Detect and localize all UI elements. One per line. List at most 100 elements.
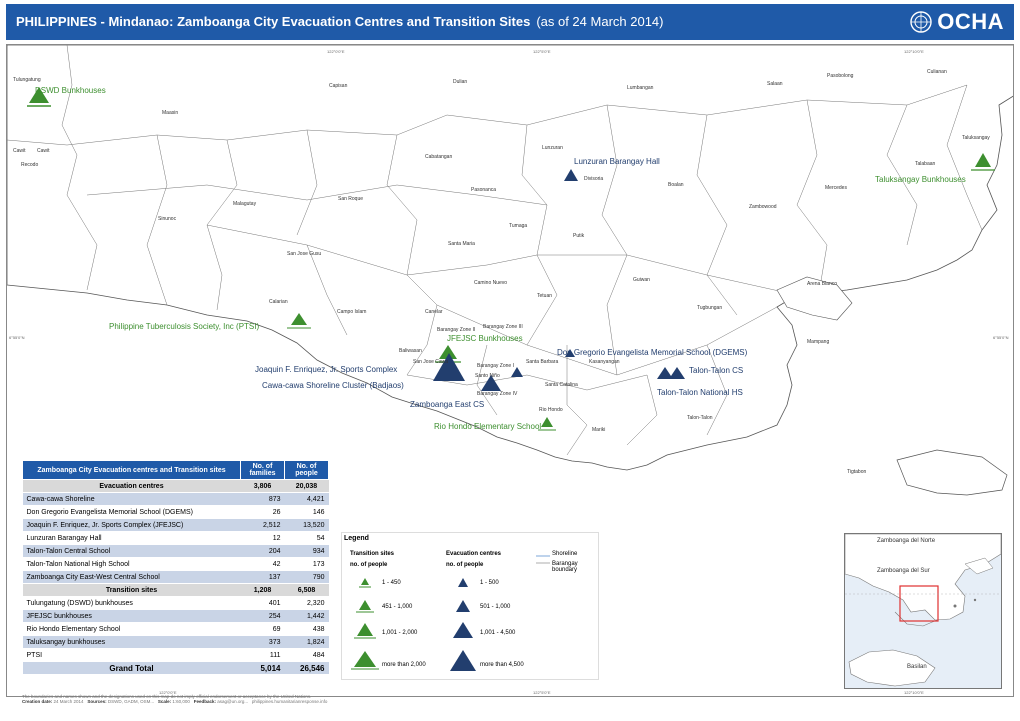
- place-label: Cawit: [13, 148, 26, 154]
- place-label: Divisoria: [584, 176, 604, 182]
- place-label: Salaan: [767, 81, 783, 87]
- families-cell: 873: [240, 492, 285, 506]
- people-cell: 1,824: [284, 635, 329, 649]
- table-section-row: Transition sites 1,208 6,508: [22, 583, 329, 597]
- legend-evac-subheading: no. of people: [446, 562, 484, 568]
- place-label: Cabatangan: [425, 154, 453, 160]
- families-cell: 111: [240, 648, 285, 662]
- place-label: San Roque: [338, 196, 364, 202]
- place-label: Santo Niño: [475, 373, 500, 379]
- people-cell: 484: [284, 648, 329, 662]
- families-cell: 137: [240, 570, 285, 584]
- place-label: Taluksangay: [962, 135, 990, 141]
- families-cell: 1,208: [240, 583, 285, 597]
- legend-evac-class: 1,001 - 4,500: [480, 630, 516, 636]
- inset-map: Zamboanga del Norte Zamboanga del Sur Ba…: [844, 533, 1002, 689]
- ocha-logo-text: OCHA: [937, 9, 1004, 34]
- place-label: Dulian: [453, 79, 468, 85]
- place-label: Tulungatung: [13, 77, 41, 83]
- map-subtitle: (as of 24 March 2014): [536, 14, 664, 29]
- site-label-jfejsc-bunkhouses: JFEJSC Bunkhouses: [447, 334, 523, 343]
- site-name-cell: Zamboanga City East-West Central School: [22, 570, 241, 584]
- footer-website-link[interactable]: philippines.humanitarianresponse.info: [252, 699, 328, 704]
- families-cell: 69: [240, 622, 285, 636]
- place-label: Arena Blanco: [807, 281, 838, 287]
- place-label: Barangay Zone II: [437, 327, 476, 333]
- place-label: Barangay Zone IV: [477, 391, 518, 397]
- people-cell: 2,320: [284, 596, 329, 610]
- legend-evac-class: 1 - 500: [480, 580, 499, 586]
- place-label: Recodo: [21, 162, 39, 168]
- families-cell: 5,014: [240, 661, 285, 675]
- place-label: Mariki: [592, 427, 606, 433]
- footer-scale-value: 1:60,000: [172, 699, 190, 704]
- table-header: No. of families: [240, 460, 285, 480]
- grid-tick-label: 122°10'0"E: [904, 49, 924, 54]
- legend-shoreline-label: Shoreline: [552, 551, 578, 557]
- place-label: Malagutay: [233, 201, 257, 207]
- site-name-cell: Don Gregorio Evangelista Memorial School…: [22, 505, 241, 519]
- place-label: Guiwan: [633, 277, 650, 283]
- legend-transition-class: 1,001 - 2,000: [382, 630, 418, 636]
- tent-icon: [359, 600, 371, 610]
- place-label: Lumbangan: [627, 85, 654, 91]
- people-cell: 20,038: [284, 479, 329, 493]
- place-label: Mercedes: [825, 185, 847, 191]
- footer-sources-label: Sources:: [87, 699, 107, 704]
- tent-icon: [357, 623, 373, 636]
- ocha-logo: OCHA: [909, 9, 1004, 35]
- site-label-talon-talon-cs: Talon-Talon CS: [689, 366, 744, 375]
- table-header: Zamboanga City Evacuation centres and Tr…: [22, 460, 241, 480]
- place-label: Sinunoc: [158, 216, 177, 222]
- table-total-row: Grand Total 5,014 26,546: [22, 661, 329, 675]
- map-title: PHILIPPINES - Mindanao: Zamboanga City E…: [16, 14, 664, 29]
- people-cell: 26,546: [284, 661, 329, 675]
- legend-boundary-label: Barangay boundary: [552, 561, 578, 573]
- people-cell: 146: [284, 505, 329, 519]
- legend: Legend Transition sites no. of people Ev…: [341, 532, 599, 680]
- site-label-dswd-bunkhouses: DSWD Bunkhouses: [35, 86, 106, 95]
- grid-tick-label: 122°10'0"E: [904, 690, 924, 695]
- site-label-dgems: Don Gregorio Evangelista Memorial School…: [557, 348, 748, 357]
- legend-transition-subheading: no. of people: [350, 562, 388, 568]
- place-label: Culianan: [927, 69, 947, 75]
- legend-transition-symbols: [351, 578, 379, 670]
- place-label: San Jose Gusu: [287, 251, 322, 257]
- map-title-text: PHILIPPINES - Mindanao: Zamboanga City E…: [16, 14, 531, 29]
- tent-icon: [453, 622, 473, 638]
- site-label-ptsi: Philippine Tuberculosis Society, Inc (PT…: [109, 322, 260, 331]
- footer-created-value: 24 March 2014: [53, 699, 84, 704]
- footer-scale-label: Scale:: [157, 699, 172, 704]
- place-label: Barangay Zone III: [483, 324, 523, 330]
- site-label-lunzuran-barangay-hall: Lunzuran Barangay Hall: [574, 157, 660, 166]
- place-label: Putik: [573, 233, 585, 239]
- tent-icon: [458, 578, 468, 587]
- place-label: Maasin: [162, 110, 179, 116]
- place-label: San Jose Cawa: [413, 359, 449, 365]
- table-header: No. of people: [284, 460, 329, 480]
- place-label: Cawit: [37, 148, 50, 154]
- families-cell: 42: [240, 557, 285, 571]
- people-cell: 438: [284, 622, 329, 636]
- place-label: Baliwasan: [399, 348, 422, 354]
- place-label: Kasanyangan: [589, 359, 620, 365]
- people-cell: 173: [284, 557, 329, 571]
- grid-tick-label: 6°55'0"N: [9, 335, 25, 340]
- site-label-taluksangay-bunkhouses: Taluksangay Bunkhouses: [875, 175, 966, 184]
- site-name-cell: PTSI: [22, 648, 241, 662]
- footer-sources-value: DSWD, GADM, OSM...: [107, 699, 155, 704]
- place-label: Talabaan: [915, 161, 936, 167]
- place-label: Tugbungan: [697, 305, 723, 311]
- place-label: Pasobolong: [827, 73, 854, 79]
- site-name-cell: Grand Total: [22, 661, 241, 675]
- site-name-cell: Joaquin F. Enriquez, Jr. Sports Complex …: [22, 518, 241, 532]
- people-cell: 790: [284, 570, 329, 584]
- table-row: Tulungatung (DSWD) bunkhouses 401 2,320: [22, 596, 329, 610]
- site-name-cell: JFEJSC bunkhouses: [22, 609, 241, 623]
- site-name-cell: Transition sites: [22, 583, 241, 597]
- people-cell: 934: [284, 544, 329, 558]
- place-label: Pasonanca: [471, 187, 497, 193]
- shoreline-swatch: [536, 555, 550, 564]
- people-cell: 54: [284, 531, 329, 545]
- families-cell: 2,512: [240, 518, 285, 532]
